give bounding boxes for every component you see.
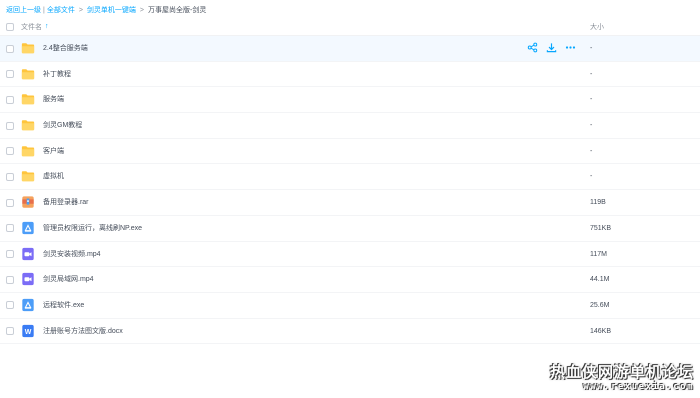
file-name[interactable]: 服务端 bbox=[43, 87, 64, 112]
file-row[interactable]: W 注册账号方法图文版.docx 146KB bbox=[0, 319, 700, 345]
file-name[interactable]: 剑灵安装视频.mp4 bbox=[43, 242, 101, 267]
row-checkbox[interactable] bbox=[6, 95, 14, 104]
row-checkbox[interactable] bbox=[6, 224, 14, 233]
folder-icon bbox=[21, 92, 35, 106]
row-actions bbox=[527, 42, 576, 53]
sort-up-icon[interactable]: ↑ bbox=[45, 23, 49, 30]
file-row[interactable]: 剑灵GM教程 - bbox=[0, 113, 700, 139]
row-checkbox[interactable] bbox=[6, 198, 14, 207]
breadcrumb-divider: | bbox=[43, 6, 45, 14]
row-checkbox[interactable] bbox=[6, 301, 14, 310]
file-size: - bbox=[590, 173, 593, 181]
row-checkbox[interactable] bbox=[6, 44, 14, 53]
watermark: 热血侠网游单机论坛 www.rexuexia.com bbox=[550, 361, 694, 392]
name-column-header[interactable]: 文件名 ↑ bbox=[21, 22, 49, 32]
name-column-label: 文件名 bbox=[21, 23, 42, 31]
file-name[interactable]: 虚拟机 bbox=[43, 164, 64, 189]
file-size: - bbox=[590, 70, 593, 78]
folder-icon bbox=[21, 67, 35, 81]
watermark-title: 热血侠网游单机论坛 bbox=[549, 364, 694, 381]
breadcrumb-folder-link[interactable]: 剑灵单机一键端 bbox=[87, 5, 136, 15]
file-list: 2.4整合服务端 - 补丁教程 - 服务端 - 剑灵GM教程 - 客户端 - 虚拟机 - 备用登录器.r… bbox=[0, 36, 700, 345]
file-row[interactable]: 客户端 - bbox=[0, 139, 700, 165]
file-size: - bbox=[590, 45, 593, 52]
file-name[interactable]: 管理员权限运行，离线刷NP.exe bbox=[43, 216, 142, 241]
file-row[interactable]: 虚拟机 - bbox=[0, 164, 700, 191]
file-name[interactable]: 注册账号方法图文版.docx bbox=[43, 319, 123, 344]
file-list-header: 文件名 ↑ 大小 bbox=[0, 18, 700, 36]
folder-icon bbox=[21, 41, 35, 55]
file-row[interactable]: 2.4整合服务端 - bbox=[0, 36, 700, 62]
file-size: - bbox=[590, 122, 593, 130]
row-checkbox[interactable] bbox=[6, 327, 14, 336]
file-size: - bbox=[590, 96, 593, 104]
file-name[interactable]: 2.4整合服务端 bbox=[43, 36, 88, 61]
file-name[interactable]: 备用登录器.rar bbox=[43, 190, 89, 215]
file-row[interactable]: 服务端 - bbox=[0, 87, 700, 114]
row-checkbox[interactable] bbox=[6, 250, 14, 258]
file-size: 25.6M bbox=[590, 301, 610, 309]
file-size: - bbox=[590, 147, 593, 155]
file-size: 751KB bbox=[590, 224, 612, 232]
word-icon: W bbox=[21, 324, 35, 338]
file-size: 117M bbox=[590, 250, 607, 258]
file-row[interactable]: 备用登录器.rar 119B bbox=[0, 190, 700, 216]
file-name[interactable]: 客户端 bbox=[43, 139, 64, 164]
file-name[interactable]: 剑灵局域网.mp4 bbox=[43, 267, 94, 292]
file-row[interactable]: 补丁教程 - bbox=[0, 62, 700, 88]
watermark-url: www.rexuexia.com bbox=[583, 382, 694, 392]
select-all-checkbox[interactable] bbox=[6, 23, 14, 31]
file-name[interactable]: 补丁教程 bbox=[43, 62, 71, 87]
archive-icon bbox=[21, 195, 35, 209]
video-icon bbox=[21, 272, 35, 286]
file-size: 44.1M bbox=[590, 276, 610, 284]
file-row[interactable]: 剑灵局域网.mp4 44.1M bbox=[0, 267, 700, 293]
breadcrumb: 返回上一级 | 全部文件 > 剑灵单机一键端 > 万事屋尚全版-剑灵 bbox=[6, 4, 206, 16]
file-size: 146KB bbox=[590, 327, 612, 335]
breadcrumb-current: 万事屋尚全版-剑灵 bbox=[148, 7, 207, 14]
download-icon[interactable] bbox=[546, 42, 557, 53]
size-column-header[interactable]: 大小 bbox=[590, 22, 604, 32]
file-size: 119B bbox=[590, 199, 606, 207]
share-icon[interactable] bbox=[527, 42, 538, 53]
svg-text:W: W bbox=[25, 329, 32, 336]
folder-icon bbox=[21, 144, 35, 158]
row-checkbox[interactable] bbox=[6, 275, 14, 284]
breadcrumb-separator: > bbox=[78, 6, 83, 14]
breadcrumb-back-link[interactable]: 返回上一级 bbox=[6, 5, 41, 15]
folder-icon bbox=[21, 118, 35, 132]
folder-icon bbox=[21, 169, 35, 183]
file-row[interactable]: 管理员权限运行，离线刷NP.exe 751KB bbox=[0, 216, 700, 242]
breadcrumb-root-link[interactable]: 全部文件 bbox=[47, 5, 75, 15]
file-name[interactable]: 剑灵GM教程 bbox=[43, 113, 82, 138]
breadcrumb-separator: > bbox=[139, 6, 145, 14]
file-name[interactable]: 远程软件.exe bbox=[43, 293, 84, 318]
exe-icon bbox=[21, 298, 35, 312]
row-checkbox[interactable] bbox=[6, 121, 14, 130]
more-icon[interactable] bbox=[565, 42, 576, 53]
exe-icon bbox=[21, 221, 35, 235]
row-checkbox[interactable] bbox=[6, 70, 14, 79]
file-row[interactable]: 剑灵安装视频.mp4 117M bbox=[0, 242, 700, 268]
video-icon bbox=[21, 247, 35, 261]
row-checkbox[interactable] bbox=[6, 147, 14, 156]
row-checkbox[interactable] bbox=[6, 172, 14, 181]
file-row[interactable]: 远程软件.exe 25.6M bbox=[0, 293, 700, 319]
